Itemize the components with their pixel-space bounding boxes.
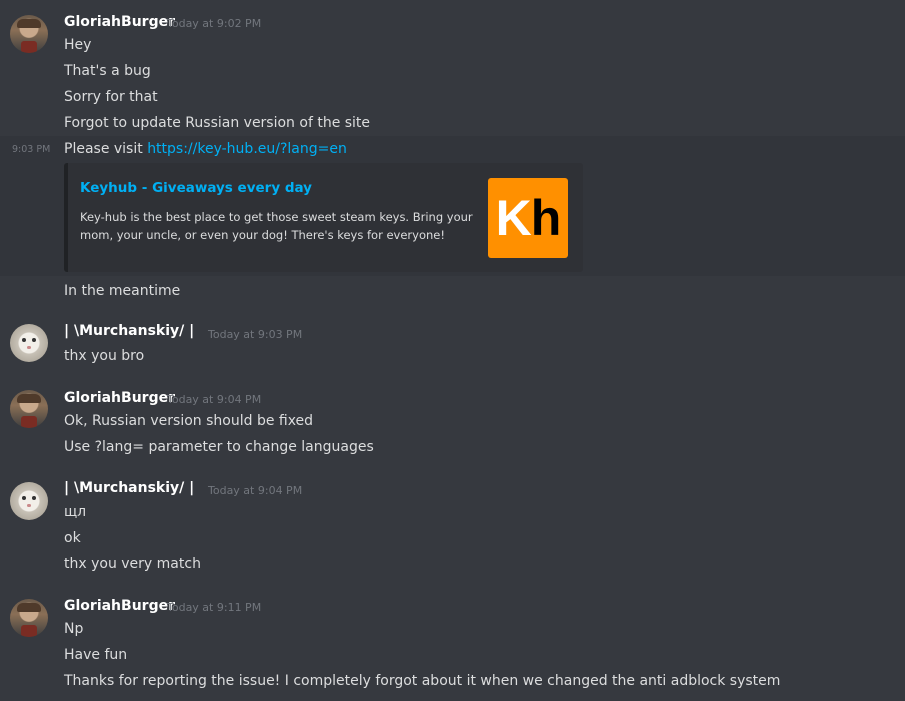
message-timestamp: Today at 9:11 PM xyxy=(167,601,262,614)
message-text: That's a bug xyxy=(64,63,151,79)
message-timestamp: Today at 9:02 PM xyxy=(167,17,262,30)
avatar-gloriahburger[interactable] xyxy=(10,390,48,428)
message-text: Ok, Russian version should be fixed xyxy=(64,413,314,429)
message-text: thx you bro xyxy=(64,348,145,364)
message-text: Have fun xyxy=(64,647,128,663)
avatar-gloriahburger[interactable] xyxy=(10,599,48,637)
message-link[interactable]: https://key-hub.eu/?lang=en xyxy=(147,141,347,157)
message-text: thx you very match xyxy=(64,556,201,572)
message-timestamp: Today at 9:04 PM xyxy=(167,393,262,406)
thumb-letter-k: K xyxy=(495,190,532,246)
username[interactable]: GloriahBurger xyxy=(64,14,175,30)
message-timestamp: Today at 9:04 PM xyxy=(208,484,303,497)
message-prefix-text: Please visit xyxy=(64,141,148,157)
message-timestamp: Today at 9:03 PM xyxy=(208,328,303,341)
avatar-gloriahburger[interactable] xyxy=(10,15,48,53)
message-text: ok xyxy=(64,530,81,546)
hover-timestamp: 9:03 PM xyxy=(12,144,51,155)
message-text: Thanks for reporting the issue! I comple… xyxy=(64,673,781,689)
username[interactable]: | \Murchanskiy/ | xyxy=(64,480,194,496)
message-text: Sorry for that xyxy=(64,89,158,105)
avatar-murchanskiy[interactable] xyxy=(10,482,48,520)
username[interactable]: GloriahBurger xyxy=(64,598,175,614)
link-embed: Keyhub - Giveaways every day Key-hub is … xyxy=(64,163,583,272)
avatar-murchanskiy[interactable] xyxy=(10,324,48,362)
message-text: Forgot to update Russian version of the … xyxy=(64,115,371,131)
thumb-letter-h: h xyxy=(530,190,562,246)
message-text: Use ?lang= parameter to change languages xyxy=(64,439,374,455)
username[interactable]: GloriahBurger xyxy=(64,390,175,406)
message-text: Np xyxy=(64,621,84,637)
embed-thumbnail[interactable]: Kh xyxy=(488,178,568,258)
embed-title-link[interactable]: Keyhub - Giveaways every day xyxy=(80,180,312,196)
message-text: Hey xyxy=(64,37,92,53)
username[interactable]: | \Murchanskiy/ | xyxy=(64,323,194,339)
message-text: In the meantime xyxy=(64,283,181,299)
message-text: щл xyxy=(64,504,87,520)
message-text: Please visit https://key-hub.eu/?lang=en xyxy=(64,141,347,157)
embed-description: Key-hub is the best place to get those s… xyxy=(80,210,473,242)
